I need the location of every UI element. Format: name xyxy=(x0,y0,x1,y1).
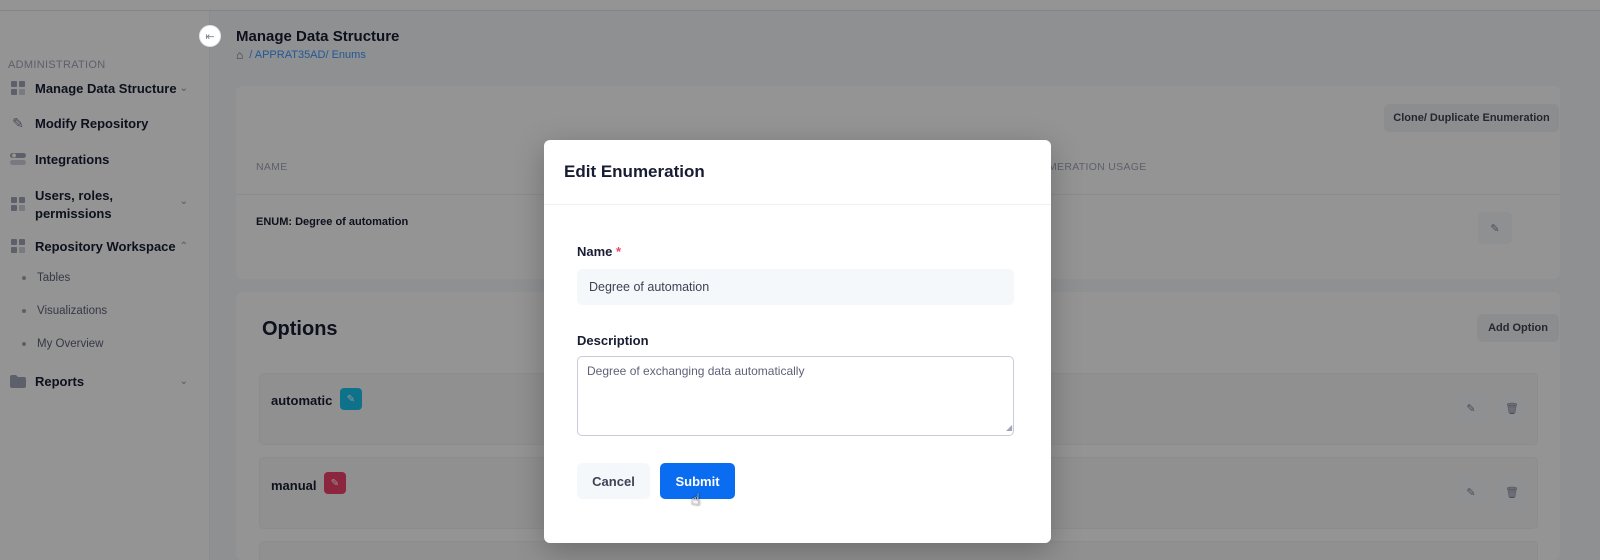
resize-grip-icon[interactable]: ◢ xyxy=(1006,423,1012,432)
arrow-left-icon[interactable]: ⇤ xyxy=(199,25,221,47)
cancel-button[interactable]: Cancel xyxy=(577,463,650,499)
description-textarea[interactable]: Degree of exchanging data automatically xyxy=(577,356,1014,436)
name-label: Name * xyxy=(577,244,621,259)
required-mark: * xyxy=(616,244,622,259)
name-input[interactable] xyxy=(577,269,1014,305)
name-label-text: Name xyxy=(577,244,613,259)
hand-cursor-icon: ☝ xyxy=(691,492,701,509)
edit-enumeration-modal: Edit Enumeration Name * Description Degr… xyxy=(544,140,1051,543)
modal-title: Edit Enumeration xyxy=(564,162,705,181)
description-label: Description xyxy=(577,333,649,348)
modal-header: Edit Enumeration xyxy=(544,140,1051,205)
